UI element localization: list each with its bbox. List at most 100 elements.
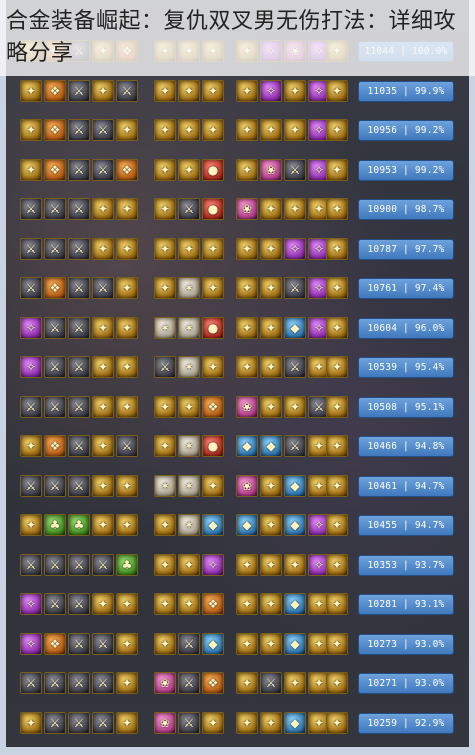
equipment-slot-icon[interactable]: ✦ bbox=[284, 79, 306, 102]
equipment-slot-icon[interactable]: ◆ bbox=[236, 435, 258, 457]
equipment-slot-icon[interactable]: ✦ bbox=[202, 79, 224, 102]
equipment-slot-icon[interactable]: ✦ bbox=[154, 198, 176, 220]
equipment-slot-icon[interactable]: ⚔ bbox=[44, 237, 66, 260]
equipment-slot-icon[interactable]: ✦ bbox=[260, 316, 282, 339]
equipment-slot-icon[interactable]: ✦ bbox=[20, 79, 42, 102]
equipment-slot-icon[interactable]: ✶ bbox=[178, 316, 200, 339]
equipment-slot-icon[interactable]: ✦ bbox=[236, 672, 258, 694]
score-badge[interactable]: 10281 | 93.1% bbox=[358, 594, 454, 615]
equipment-slot-icon[interactable]: ✦ bbox=[202, 474, 224, 497]
equipment-slot-icon[interactable]: ✦ bbox=[154, 514, 176, 536]
equipment-slot-icon[interactable]: ✦ bbox=[20, 158, 42, 181]
equipment-slot-icon[interactable]: ● bbox=[202, 198, 224, 220]
score-badge[interactable]: 10466 | 94.8% bbox=[358, 436, 454, 457]
equipment-slot-icon[interactable]: ⚔ bbox=[92, 672, 114, 694]
equipment-slot-icon[interactable]: ✦ bbox=[92, 593, 114, 615]
equipment-slot-icon[interactable]: ✦ bbox=[326, 593, 348, 615]
equipment-slot-icon[interactable]: ⚔ bbox=[20, 237, 42, 260]
equipment-slot-icon[interactable]: ✧ bbox=[20, 593, 42, 615]
equipment-slot-icon[interactable]: ⚔ bbox=[20, 277, 42, 299]
equipment-slot-icon[interactable]: ⚔ bbox=[92, 711, 114, 734]
equipment-slot-icon[interactable]: ✦ bbox=[260, 553, 282, 576]
score-badge[interactable]: 10271 | 93.0% bbox=[358, 673, 454, 694]
equipment-slot-icon[interactable]: ✦ bbox=[236, 119, 258, 141]
equipment-slot-icon[interactable]: ✦ bbox=[326, 356, 348, 378]
equipment-slot-icon[interactable]: ✦ bbox=[236, 316, 258, 339]
equipment-slot-icon[interactable]: ⚔ bbox=[92, 158, 114, 181]
equipment-slot-icon[interactable]: ✦ bbox=[260, 711, 282, 734]
equipment-slot-icon[interactable]: ✦ bbox=[116, 119, 138, 141]
equipment-slot-icon[interactable]: ✦ bbox=[154, 632, 176, 655]
equipment-slot-icon[interactable]: ⚔ bbox=[20, 474, 42, 497]
equipment-slot-icon[interactable]: ✶ bbox=[154, 316, 176, 339]
equipment-slot-icon[interactable]: ✦ bbox=[260, 198, 282, 220]
equipment-slot-icon[interactable]: ✦ bbox=[20, 711, 42, 734]
equipment-slot-icon[interactable]: ✦ bbox=[236, 237, 258, 260]
equipment-slot-icon[interactable]: ⚔ bbox=[178, 632, 200, 655]
equipment-slot-icon[interactable]: ✦ bbox=[116, 632, 138, 655]
equipment-slot-icon[interactable]: ✦ bbox=[116, 356, 138, 378]
equipment-slot-icon[interactable]: ● bbox=[202, 316, 224, 339]
equipment-slot-icon[interactable]: ✦ bbox=[92, 79, 114, 102]
equipment-slot-icon[interactable]: ✦ bbox=[284, 553, 306, 576]
equipment-slot-icon[interactable]: ✦ bbox=[236, 277, 258, 299]
equipment-slot-icon[interactable]: ✦ bbox=[154, 593, 176, 615]
score-badge[interactable]: 10953 | 99.2% bbox=[358, 159, 454, 181]
equipment-slot-icon[interactable]: ⚔ bbox=[20, 395, 42, 418]
equipment-slot-icon[interactable]: ◆ bbox=[202, 632, 224, 655]
equipment-slot-icon[interactable]: ✦ bbox=[154, 119, 176, 141]
equipment-slot-icon[interactable]: ⚔ bbox=[68, 158, 90, 181]
equipment-slot-icon[interactable]: ✦ bbox=[116, 395, 138, 418]
equipment-slot-icon[interactable]: ◆ bbox=[284, 316, 306, 339]
equipment-slot-icon[interactable]: ⚔ bbox=[68, 198, 90, 220]
equipment-slot-icon[interactable]: ⚔ bbox=[68, 632, 90, 655]
equipment-slot-icon[interactable]: ❖ bbox=[202, 672, 224, 694]
equipment-slot-icon[interactable]: ✦ bbox=[326, 514, 348, 536]
equipment-slot-icon[interactable]: ⚔ bbox=[92, 553, 114, 576]
equipment-slot-icon[interactable]: ✦ bbox=[326, 395, 348, 418]
equipment-slot-icon[interactable]: ⚔ bbox=[68, 672, 90, 694]
equipment-slot-icon[interactable]: ♣ bbox=[44, 514, 66, 536]
equipment-slot-icon[interactable]: ✧ bbox=[20, 316, 42, 339]
equipment-slot-icon[interactable]: ✧ bbox=[284, 237, 306, 260]
equipment-slot-icon[interactable]: ✦ bbox=[116, 711, 138, 734]
equipment-slot-icon[interactable]: ✦ bbox=[260, 514, 282, 536]
equipment-slot-icon[interactable]: ◆ bbox=[284, 514, 306, 536]
equipment-slot-icon[interactable]: ✦ bbox=[92, 514, 114, 536]
equipment-slot-icon[interactable]: ✦ bbox=[154, 277, 176, 299]
equipment-slot-icon[interactable]: ⚔ bbox=[68, 435, 90, 457]
equipment-slot-icon[interactable]: ✦ bbox=[92, 198, 114, 220]
equipment-slot-icon[interactable]: ❖ bbox=[44, 119, 66, 141]
equipment-slot-icon[interactable]: ⚔ bbox=[92, 277, 114, 299]
equipment-slot-icon[interactable]: ✦ bbox=[326, 474, 348, 497]
equipment-slot-icon[interactable]: ⚔ bbox=[44, 593, 66, 615]
score-badge[interactable]: 10787 | 97.7% bbox=[358, 238, 454, 260]
equipment-slot-icon[interactable]: ⚔ bbox=[44, 711, 66, 734]
equipment-slot-icon[interactable]: ◆ bbox=[284, 632, 306, 655]
equipment-slot-icon[interactable]: ✦ bbox=[178, 395, 200, 418]
equipment-slot-icon[interactable]: ✦ bbox=[284, 198, 306, 220]
equipment-slot-icon[interactable]: ✦ bbox=[260, 277, 282, 299]
equipment-slot-icon[interactable]: ✦ bbox=[178, 119, 200, 141]
equipment-slot-icon[interactable]: ◆ bbox=[236, 514, 258, 536]
equipment-slot-icon[interactable]: ✦ bbox=[202, 277, 224, 299]
equipment-slot-icon[interactable]: ✦ bbox=[260, 474, 282, 497]
equipment-slot-icon[interactable]: ✦ bbox=[326, 119, 348, 141]
equipment-slot-icon[interactable]: ✦ bbox=[154, 237, 176, 260]
equipment-slot-icon[interactable]: ✧ bbox=[260, 79, 282, 102]
equipment-slot-icon[interactable]: ❖ bbox=[44, 79, 66, 102]
equipment-slot-icon[interactable]: ✶ bbox=[178, 474, 200, 497]
equipment-slot-icon[interactable]: ✦ bbox=[116, 198, 138, 220]
equipment-slot-icon[interactable]: ⚔ bbox=[68, 277, 90, 299]
equipment-slot-icon[interactable]: ● bbox=[202, 435, 224, 457]
equipment-slot-icon[interactable]: ✦ bbox=[236, 553, 258, 576]
equipment-slot-icon[interactable]: ✦ bbox=[260, 356, 282, 378]
score-badge[interactable]: 10508 | 95.1% bbox=[358, 396, 454, 418]
equipment-slot-icon[interactable]: ⚔ bbox=[44, 356, 66, 378]
equipment-slot-icon[interactable]: ✶ bbox=[178, 277, 200, 299]
equipment-slot-icon[interactable]: ◆ bbox=[284, 474, 306, 497]
equipment-slot-icon[interactable]: ⚔ bbox=[20, 198, 42, 220]
equipment-slot-icon[interactable]: ⚔ bbox=[178, 672, 200, 694]
equipment-slot-icon[interactable]: ✦ bbox=[236, 711, 258, 734]
equipment-slot-icon[interactable]: ⚔ bbox=[44, 316, 66, 339]
